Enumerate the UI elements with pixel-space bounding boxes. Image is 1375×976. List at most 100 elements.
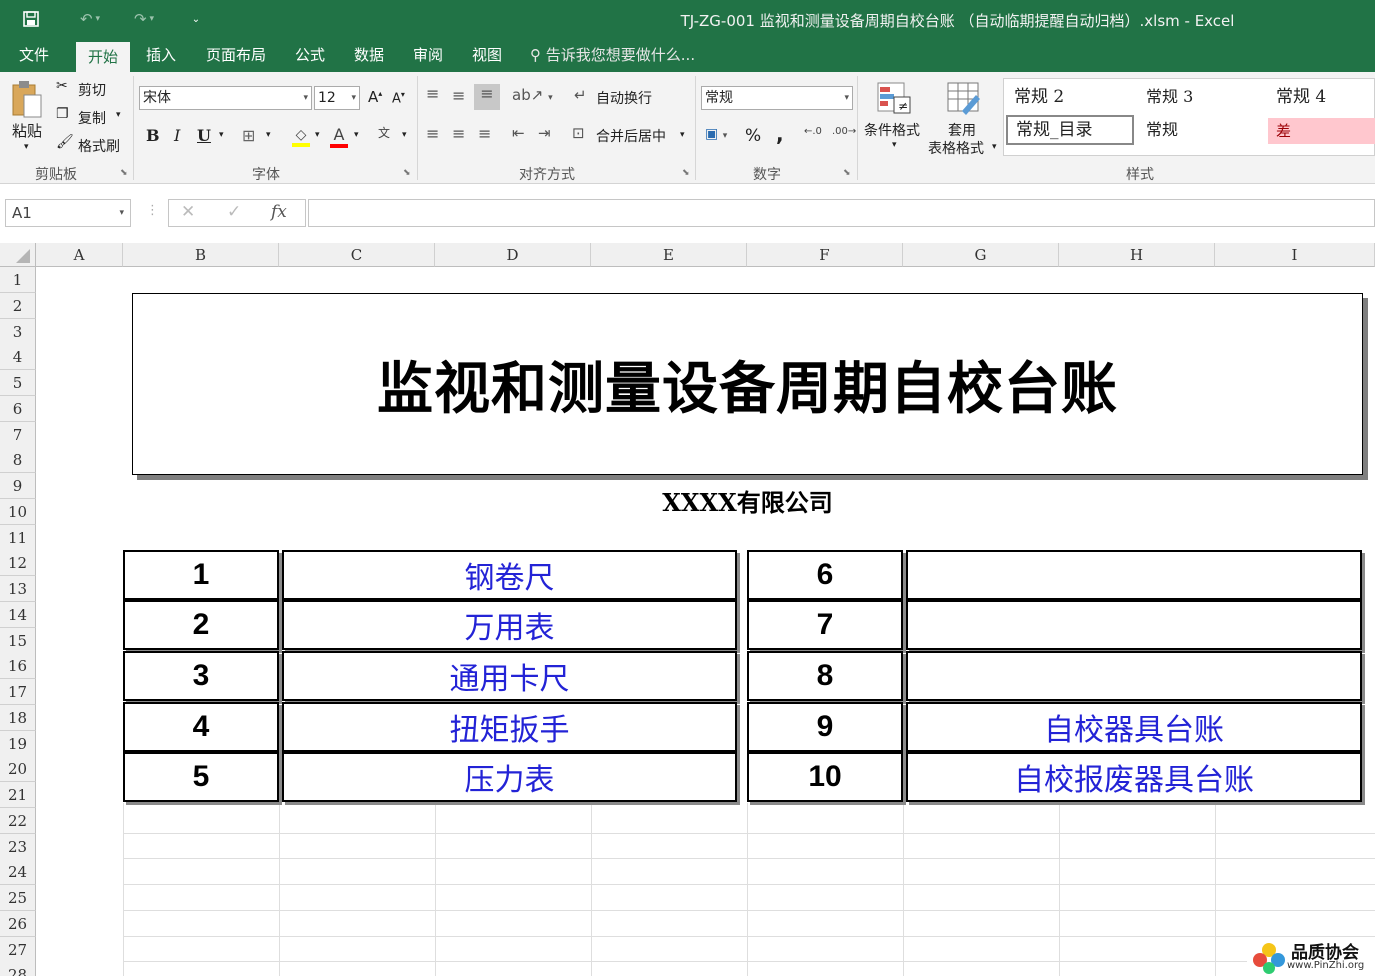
column-header-c[interactable]: C — [279, 243, 435, 267]
wrap-text-button[interactable]: 自动换行 — [596, 88, 652, 108]
underline-button[interactable]: U — [197, 126, 211, 145]
increase-indent-icon[interactable]: ⇥ — [538, 124, 551, 142]
item-link-5[interactable]: 压力表 — [282, 752, 737, 802]
phonetic-icon[interactable]: 文 — [378, 124, 390, 141]
number-launcher-icon[interactable]: ⬊ — [843, 168, 851, 178]
orientation-icon[interactable]: ab↗ ▾ — [512, 86, 553, 104]
item-number-4[interactable]: 4 — [123, 702, 279, 752]
row-header-25[interactable]: 25 — [0, 885, 36, 911]
column-header-d[interactable]: D — [435, 243, 591, 267]
font-name-select[interactable]: 宋体 ▾ — [139, 86, 312, 110]
decrease-indent-icon[interactable]: ⇤ — [512, 124, 525, 142]
row-header-5[interactable]: 5 — [0, 370, 36, 396]
insert-function-button[interactable]: fx — [271, 202, 287, 222]
tab-view[interactable]: 视图 — [462, 40, 512, 72]
tab-file[interactable]: 文件 — [8, 40, 60, 72]
row-header-4[interactable]: 4 — [0, 344, 36, 371]
item-number-8[interactable]: 8 — [747, 651, 903, 701]
font-size-select[interactable]: 12 ▾ — [314, 86, 360, 110]
item-number-3[interactable]: 3 — [123, 651, 279, 701]
row-header-3[interactable]: 3 — [0, 318, 36, 345]
row-header-20[interactable]: 20 — [0, 756, 36, 783]
item-number-5[interactable]: 5 — [123, 752, 279, 802]
formula-input[interactable] — [308, 199, 1375, 227]
style-normal[interactable]: 常规 — [1138, 115, 1266, 145]
item-link-8[interactable] — [906, 651, 1362, 701]
underline-dropdown-icon[interactable]: ▾ — [219, 130, 224, 140]
item-number-1[interactable]: 1 — [123, 550, 279, 600]
row-header-2[interactable]: 2 — [0, 292, 36, 319]
row-header-12[interactable]: 12 — [0, 550, 36, 577]
style-normal-3[interactable]: 常规 3 — [1138, 82, 1266, 112]
item-link-4[interactable]: 扭矩扳手 — [282, 702, 737, 752]
item-link-9[interactable]: 自校器具台账 — [906, 702, 1362, 752]
copy-button[interactable]: 复制 — [78, 108, 106, 128]
item-link-6[interactable] — [906, 550, 1362, 600]
row-header-1[interactable]: 1 — [0, 267, 36, 293]
comma-button[interactable]: , — [776, 122, 784, 146]
fill-color-dropdown-icon[interactable]: ▾ — [315, 130, 320, 140]
paste-icon[interactable] — [8, 78, 46, 120]
column-header-h[interactable]: H — [1059, 243, 1215, 267]
row-header-26[interactable]: 26 — [0, 910, 36, 937]
row-header-23[interactable]: 23 — [0, 833, 36, 860]
column-header-e[interactable]: E — [591, 243, 747, 267]
row-header-27[interactable]: 27 — [0, 936, 36, 963]
decrease-decimal-icon[interactable]: .00→ — [832, 126, 856, 137]
align-left-icon[interactable]: ≡ — [426, 124, 439, 143]
tab-review[interactable]: 审阅 — [404, 40, 452, 72]
increase-decimal-icon[interactable]: ←.0 — [804, 126, 822, 137]
merge-dropdown-icon[interactable]: ▾ — [680, 130, 685, 140]
item-link-2[interactable]: 万用表 — [282, 600, 737, 650]
conditional-formatting-dropdown-icon[interactable]: ▾ — [892, 140, 897, 150]
align-middle-icon[interactable]: ≡ — [452, 86, 465, 105]
name-box[interactable]: A1 ▾ — [5, 199, 131, 227]
italic-button[interactable]: I — [174, 126, 180, 145]
percent-button[interactable]: % — [745, 126, 761, 146]
grow-font-icon[interactable]: A▴ — [368, 88, 382, 106]
item-number-6[interactable]: 6 — [747, 550, 903, 600]
row-header-11[interactable]: 11 — [0, 524, 36, 551]
item-link-7[interactable] — [906, 600, 1362, 650]
style-normal-4[interactable]: 常规 4 — [1268, 82, 1372, 112]
merge-center-button[interactable]: 合并后居中 — [596, 126, 666, 146]
fill-color-icon[interactable]: ◇ — [290, 124, 312, 150]
format-painter-button[interactable]: 格式刷 — [78, 136, 120, 156]
row-header-13[interactable]: 13 — [0, 576, 36, 602]
style-normal-catalog[interactable]: 常规_目录 — [1006, 115, 1134, 145]
phonetic-dropdown-icon[interactable]: ▾ — [402, 130, 407, 140]
shrink-font-icon[interactable]: A▾ — [392, 90, 405, 106]
tab-insert[interactable]: 插入 — [138, 40, 184, 72]
row-header-19[interactable]: 19 — [0, 730, 36, 757]
item-link-3[interactable]: 通用卡尺 — [282, 651, 737, 701]
align-center-icon[interactable]: ≡ — [452, 124, 465, 143]
alignment-launcher-icon[interactable]: ⬊ — [682, 168, 690, 178]
tell-me-search[interactable]: ⚲ 告诉我您想要做什么... — [530, 40, 695, 72]
align-right-icon[interactable]: ≡ — [478, 124, 491, 143]
conditional-formatting-button[interactable]: 条件格式 — [864, 120, 920, 140]
row-header-9[interactable]: 9 — [0, 473, 36, 499]
worksheet[interactable]: ABCDEFGHI 1 2 3 4 5 6 7 8 9 10 11 12 13 14 15 16 17 18 19 2… — [0, 243, 1375, 976]
align-bottom-icon[interactable]: ≡ — [474, 84, 500, 110]
format-as-table-button-line1[interactable]: 套用 — [948, 120, 976, 140]
font-launcher-icon[interactable]: ⬊ — [403, 168, 411, 178]
format-as-table-dropdown-icon[interactable]: ▾ — [992, 142, 997, 152]
clipboard-launcher-icon[interactable]: ⬊ — [120, 168, 128, 178]
font-color-icon[interactable]: A — [328, 122, 350, 150]
row-header-7[interactable]: 7 — [0, 421, 36, 448]
paste-button[interactable]: 粘贴 — [12, 120, 42, 141]
column-header-f[interactable]: F — [747, 243, 903, 267]
select-all-corner[interactable] — [0, 243, 36, 267]
copy-dropdown-icon[interactable]: ▾ — [116, 110, 121, 120]
font-color-dropdown-icon[interactable]: ▾ — [354, 130, 359, 140]
row-header-14[interactable]: 14 — [0, 601, 36, 628]
row-header-18[interactable]: 18 — [0, 704, 36, 731]
row-header-24[interactable]: 24 — [0, 859, 36, 886]
tab-data[interactable]: 数据 — [344, 40, 394, 72]
borders-dropdown-icon[interactable]: ▾ — [266, 130, 271, 140]
item-number-10[interactable]: 10 — [747, 752, 903, 802]
row-header-17[interactable]: 17 — [0, 679, 36, 705]
align-top-icon[interactable]: ≡ — [426, 84, 439, 103]
row-header-22[interactable]: 22 — [0, 807, 36, 834]
row-header-15[interactable]: 15 — [0, 627, 36, 654]
